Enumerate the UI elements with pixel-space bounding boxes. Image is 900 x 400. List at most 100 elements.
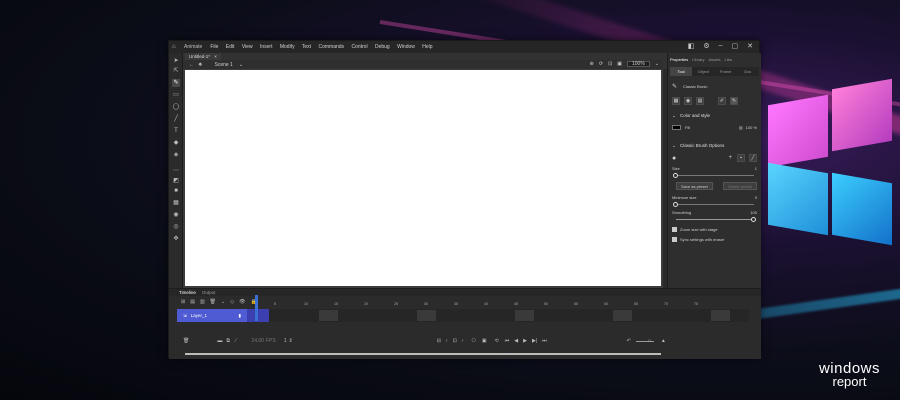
layer-outline-icon[interactable]: ▮ — [239, 313, 241, 319]
frame-counter[interactable]: 1 — [284, 338, 287, 344]
show-hide-icon[interactable]: 👁 — [239, 299, 245, 305]
stage-canvas[interactable] — [185, 70, 661, 286]
graph-icon[interactable]: ⟋ — [234, 338, 238, 344]
smoothing-slider[interactable] — [676, 219, 754, 220]
show-parent-view-icon[interactable]: ⊞ — [181, 299, 185, 305]
color-section-header[interactable]: ⌄ Color and style — [672, 113, 757, 119]
save-preset-button[interactable]: Save as preset — [676, 182, 713, 190]
insert-keyframe-icon[interactable]: ⊡ — [453, 338, 457, 344]
subselection-tool-icon[interactable]: ⇱ — [172, 67, 180, 75]
parent-layer-icon[interactable]: ⧉ — [226, 338, 230, 344]
delete-brush-icon[interactable]: ╱ — [749, 154, 757, 162]
workspace-switch-icon[interactable]: ◧ — [688, 42, 695, 50]
selection-tool-icon[interactable]: ➤ — [172, 57, 180, 65]
menu-insert[interactable]: Insert — [260, 44, 273, 50]
close-tab-icon[interactable]: × — [214, 54, 217, 59]
undo-icon[interactable]: ↶ — [627, 338, 631, 344]
menu-modify[interactable]: Modify — [280, 44, 295, 50]
scene-dropdown-icon[interactable]: ⌄ — [239, 62, 243, 68]
menu-text[interactable]: Text — [302, 44, 311, 50]
fps-value[interactable]: 24.00 — [251, 338, 264, 344]
settings-gear-icon[interactable]: ⚙ — [703, 42, 709, 50]
zoom-input[interactable]: 100% — [627, 61, 650, 67]
tilt-icon[interactable]: ✎ — [730, 97, 738, 105]
zoom-slider-knob[interactable]: ○ — [648, 338, 651, 344]
smoothing-slider-handle[interactable] — [751, 217, 756, 222]
trash-icon[interactable]: 🗑 — [183, 338, 189, 344]
zoom-size-checkbox-row[interactable]: Zoom size with stage — [672, 227, 757, 232]
new-layer-icon[interactable]: ▤ — [190, 299, 195, 305]
menu-commands[interactable]: Commands — [318, 44, 344, 50]
home-icon[interactable]: ⌂ — [172, 44, 180, 50]
min-size-slider[interactable] — [676, 204, 754, 205]
brush-mode-fill-icon[interactable]: ◉ — [684, 97, 692, 105]
text-tool-icon[interactable]: T — [172, 127, 180, 135]
layer-name[interactable]: Layer_1 — [191, 313, 207, 318]
playhead[interactable] — [255, 295, 258, 321]
brush-mode-behind-icon[interactable]: ▤ — [696, 97, 704, 105]
last-frame-icon[interactable]: ⏭ — [542, 338, 547, 344]
frame-ruler[interactable]: 5 10 15 20 25 30 35 40 45 50 55 60 65 70… — [249, 298, 749, 306]
size-value[interactable]: 1 — [755, 166, 757, 171]
step-forward-icon[interactable]: ▶| — [532, 338, 537, 344]
layer-dropdown-icon[interactable]: ⌄ — [221, 299, 225, 305]
onion-skin-icon[interactable]: ⎔ — [471, 338, 475, 344]
tab-assets[interactable]: Assets — [708, 57, 720, 63]
fill-color-swatch[interactable] — [672, 125, 681, 130]
delete-preset-button[interactable]: Delete preset — [723, 182, 757, 190]
more-tools-icon[interactable]: ⋯ — [172, 167, 180, 175]
zoom-dropdown-icon[interactable]: ⌄ — [655, 61, 659, 67]
paint-bucket-icon[interactable]: ◆ — [172, 139, 180, 147]
brush-tool-icon[interactable]: ✎ — [172, 79, 180, 87]
next-keyframe-icon[interactable]: › — [462, 338, 464, 344]
brush-options-header[interactable]: ⌄ Classic Brush Options — [672, 143, 757, 149]
horizontal-scrollbar[interactable] — [185, 353, 661, 355]
fill-alpha-value[interactable]: 100 % — [746, 125, 757, 130]
subtab-doc[interactable]: Doc — [737, 67, 759, 76]
rectangle-tool-icon[interactable]: ▭ — [172, 91, 180, 99]
pressure-icon[interactable]: ✐ — [718, 97, 726, 105]
add-brush-icon[interactable]: + — [728, 155, 732, 161]
keyframe-cell[interactable] — [247, 309, 269, 322]
menu-help[interactable]: Help — [422, 44, 432, 50]
frame-stepper-icon[interactable]: ⇕ — [288, 338, 292, 344]
tab-timeline[interactable]: Timeline — [179, 289, 196, 296]
first-frame-icon[interactable]: ⏮ — [505, 338, 510, 344]
menu-edit[interactable]: Edit — [226, 44, 235, 50]
tab-properties[interactable]: Properties — [670, 57, 688, 63]
round-brush-shape-icon[interactable]: ● — [672, 155, 676, 162]
snap-to-objects-icon[interactable]: ⊛ — [590, 61, 594, 67]
menu-control[interactable]: Control — [351, 44, 367, 50]
tab-library[interactable]: Library — [692, 57, 704, 63]
camera-icon[interactable]: ◎ — [172, 223, 180, 231]
menu-file[interactable]: File — [210, 44, 218, 50]
delete-layer-icon[interactable]: 🗑 — [210, 299, 216, 305]
maximize-icon[interactable]: ▢ — [732, 42, 739, 50]
menu-view[interactable]: View — [242, 44, 253, 50]
smoothing-value[interactable]: 100 — [750, 210, 757, 215]
stroke-fill-swap-icon[interactable]: ◩ — [172, 177, 180, 185]
back-arrow-icon[interactable]: ← — [189, 62, 194, 68]
step-back-icon[interactable]: ◀ — [514, 338, 518, 344]
subtab-frame[interactable]: Frame — [715, 67, 737, 76]
subtab-tool[interactable]: Tool — [670, 67, 693, 76]
edit-multiple-frames-icon[interactable]: ▣ — [482, 338, 487, 344]
center-stage-icon[interactable]: ⊡ — [608, 61, 612, 67]
eraser-tool-icon[interactable]: ◈ — [172, 151, 180, 159]
color-swatch-icon[interactable]: ■ — [172, 187, 180, 195]
line-tool-icon[interactable]: ╱ — [172, 115, 180, 123]
close-window-icon[interactable]: ✕ — [747, 42, 753, 50]
rotate-stage-icon[interactable]: ⟳ — [599, 61, 603, 67]
zoom-size-checkbox[interactable] — [672, 227, 677, 232]
new-folder-icon[interactable]: ▥ — [200, 299, 205, 305]
play-icon[interactable]: ▶ — [523, 338, 527, 344]
center-frame-icon[interactable]: ⊟ — [437, 338, 441, 344]
zoom-timeline-slider[interactable] — [635, 340, 654, 342]
edit-toolbar-icon[interactable]: ✥ — [172, 235, 180, 243]
frame-track[interactable] — [249, 309, 749, 322]
subtab-object[interactable]: Object — [692, 67, 714, 76]
camera-icon[interactable]: ▬ — [217, 338, 222, 344]
grid-icon[interactable]: ▦ — [172, 199, 180, 207]
snap-icon[interactable]: ◉ — [172, 211, 180, 219]
sync-eraser-checkbox[interactable] — [672, 237, 677, 242]
